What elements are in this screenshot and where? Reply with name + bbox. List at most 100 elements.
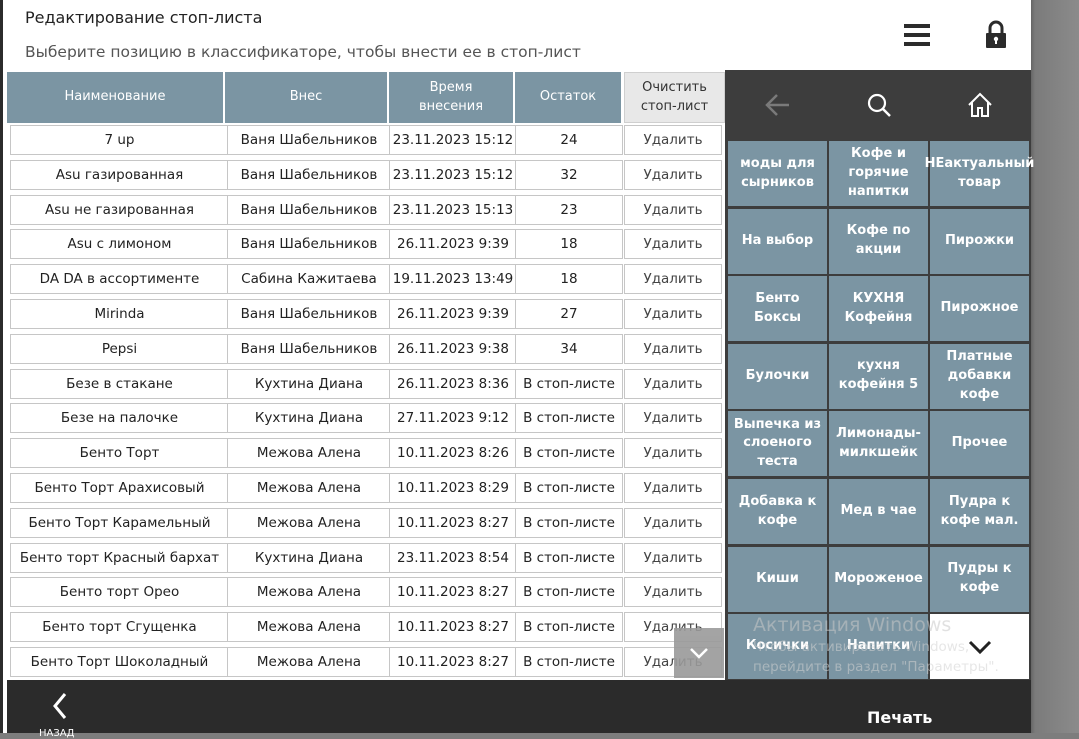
category-tile[interactable]: Бенто Боксы (728, 276, 827, 342)
cell-time: 10.11.2023 8:27 (389, 647, 516, 677)
delete-button[interactable]: Удалить (624, 159, 722, 190)
delete-button[interactable]: Удалить (624, 542, 722, 573)
table-row[interactable]: 7 up Ваня Шабельников 23.11.2023 15:12 24 Уд… (7, 125, 725, 155)
delete-button[interactable]: Удалить (624, 403, 722, 434)
stoplist-editor-window: Редактирование стоп-листа Выберите позиц… (0, 0, 1034, 739)
menu-icon[interactable] (904, 22, 930, 48)
page-title: Редактирование стоп-листа (25, 8, 263, 27)
home-icon[interactable] (965, 90, 995, 120)
category-tile[interactable]: Пудры к кофе (930, 546, 1029, 612)
column-header-rest: Остаток (515, 72, 623, 123)
category-tile[interactable]: Пудра к кофе мал. (930, 479, 1029, 544)
table-row[interactable]: Безе в стакане Кухтина Диана 26.11.2023 8:… (7, 368, 725, 399)
cell-name: Безе на палочке (10, 403, 228, 434)
delete-button[interactable]: Удалить (624, 299, 722, 329)
cell-rest: 24 (515, 125, 623, 155)
cell-rest: В стоп-листе (515, 507, 623, 538)
windows-activation-text: Чтобы активировать Windows, перейдите в … (753, 638, 999, 677)
category-tile[interactable]: Прочее (930, 411, 1029, 477)
cell-time: 26.11.2023 9:38 (389, 333, 516, 364)
cell-rest: 32 (515, 159, 623, 190)
cell-name: Mirinda (10, 299, 228, 329)
category-tile[interactable]: кухня кофейня 5 (829, 343, 928, 409)
category-tile[interactable]: Мед в чае (829, 479, 928, 544)
column-header-name: Наименование (7, 72, 225, 123)
category-tile[interactable]: моды для сырников (728, 141, 827, 206)
delete-button[interactable]: Удалить (624, 438, 722, 469)
category-tile[interactable]: НЕактуальный товар (925, 141, 1034, 206)
cell-rest: 34 (515, 333, 623, 364)
table-row[interactable]: Pepsi Ваня Шабельников 26.11.2023 9:38 34 Уд… (7, 333, 725, 364)
category-tile[interactable]: Пирожки (930, 208, 1029, 274)
cell-time: 10.11.2023 8:27 (389, 507, 516, 538)
delete-button[interactable]: Удалить (624, 229, 722, 260)
delete-button[interactable]: Удалить (624, 264, 722, 295)
table-row[interactable]: Бенто Торт Межова Алена 10.11.2023 8:26 В с… (7, 438, 725, 469)
table-row[interactable]: Бенто торт Красный бархат Кухтина Диана 23… (7, 542, 725, 573)
category-tile[interactable]: Кофе и горячие напитки (829, 141, 928, 206)
cell-author: Межова Алена (227, 438, 390, 469)
back-button[interactable] (37, 688, 87, 733)
table-row[interactable]: Бенто Торт Арахисовый Межова Алена 10.11.2… (7, 473, 725, 503)
column-header-author: Внес (225, 72, 389, 123)
table-row[interactable]: Mirinda Ваня Шабельников 26.11.2023 9:39 27… (7, 299, 725, 329)
print-button[interactable]: Печать (867, 708, 932, 727)
cell-rest: В стоп-листе (515, 473, 623, 503)
stoplist-table: Наименование Внес Время внесения Остаток… (7, 70, 725, 680)
table-row[interactable]: Asu не газированная Ваня Шабельников 23.11… (7, 194, 725, 225)
cell-time: 26.11.2023 9:39 (389, 229, 516, 260)
cell-time: 27.11.2023 9:12 (389, 403, 516, 434)
footer: НАЗАД Печать (7, 680, 1031, 739)
cell-time: 19.11.2023 13:49 (389, 264, 516, 295)
column-header-time: Время внесения (389, 72, 515, 123)
delete-button[interactable]: Удалить (624, 507, 722, 538)
category-tile[interactable]: Булочки (728, 343, 827, 409)
clear-stoplist-button[interactable]: Очистить стоп-лист (624, 72, 725, 123)
classifier-panel: моды для сырников Кофе и горячие напитки Н… (725, 70, 1034, 680)
delete-button[interactable]: Удалить (624, 333, 722, 364)
cell-author: Межова Алена (227, 507, 390, 538)
category-tile[interactable]: Кофе по акции (829, 208, 928, 274)
cell-author: Межова Алена (227, 612, 390, 643)
cell-author: Межова Алена (227, 647, 390, 677)
lock-icon[interactable] (984, 20, 1008, 50)
page-subtitle: Выберите позицию в классификаторе, чтобы… (25, 43, 581, 61)
delete-button[interactable]: Удалить (624, 473, 722, 503)
category-tile[interactable]: Киши (728, 546, 827, 612)
table-row[interactable]: Бенто торт Орео Межова Алена 10.11.2023 8:… (7, 577, 725, 608)
cell-rest: В стоп-листе (515, 612, 623, 643)
cell-name: Asu не газированная (10, 194, 228, 225)
cell-name: 7 up (10, 125, 228, 155)
table-row[interactable]: Бенто Торт Шоколадный Межова Алена 10.11.2… (7, 647, 725, 677)
search-icon[interactable] (864, 90, 894, 120)
table-row[interactable]: Бенто Торт Карамельный Межова Алена 10.11.… (7, 507, 725, 538)
category-tile[interactable]: На выбор (728, 208, 827, 274)
cell-time: 23.11.2023 15:13 (389, 194, 516, 225)
category-tile[interactable]: КУХНЯ Кофейня (829, 276, 928, 342)
category-tile[interactable]: Мороженое (829, 546, 928, 612)
category-tile[interactable]: Платные добавки кофе (930, 343, 1029, 409)
table-row[interactable]: DA DA в ассортименте Сабина Кажитаева 19.1… (7, 264, 725, 295)
table-row[interactable]: Безе на палочке Кухтина Диана 27.11.2023 9… (7, 403, 725, 434)
cell-rest: В стоп-листе (515, 368, 623, 399)
delete-button[interactable]: Удалить (624, 125, 722, 155)
windows-activation-title: Активация Windows (753, 614, 952, 636)
cell-author: Ваня Шабельников (227, 194, 390, 225)
cell-author: Кухтина Диана (227, 542, 390, 573)
windows-activation-line1: Чтобы активировать Windows, (753, 639, 970, 655)
cell-time: 26.11.2023 8:36 (389, 368, 516, 399)
arrow-left-icon[interactable] (763, 90, 793, 120)
delete-button[interactable]: Удалить (624, 577, 722, 608)
delete-button[interactable]: Удалить (624, 194, 722, 225)
table-row[interactable]: Asu газированная Ваня Шабельников 23.11.20… (7, 159, 725, 190)
desktop-background (1029, 0, 1079, 733)
cell-name: Бенто Торт (10, 438, 228, 469)
category-tile[interactable]: Выпечка из слоеного теста (728, 411, 827, 477)
delete-button[interactable]: Удалить (624, 368, 722, 399)
table-row[interactable]: Asu с лимоном Ваня Шабельников 26.11.2023 … (7, 229, 725, 260)
table-row[interactable]: Бенто торт Сгущенка Межова Алена 10.11.202… (7, 612, 725, 643)
scroll-down-button[interactable] (674, 628, 724, 678)
category-tile[interactable]: Добавка к кофе (728, 479, 827, 544)
category-tile[interactable]: Пирожное (930, 276, 1029, 342)
category-tile[interactable]: Лимонады-милкшейк (829, 411, 928, 477)
